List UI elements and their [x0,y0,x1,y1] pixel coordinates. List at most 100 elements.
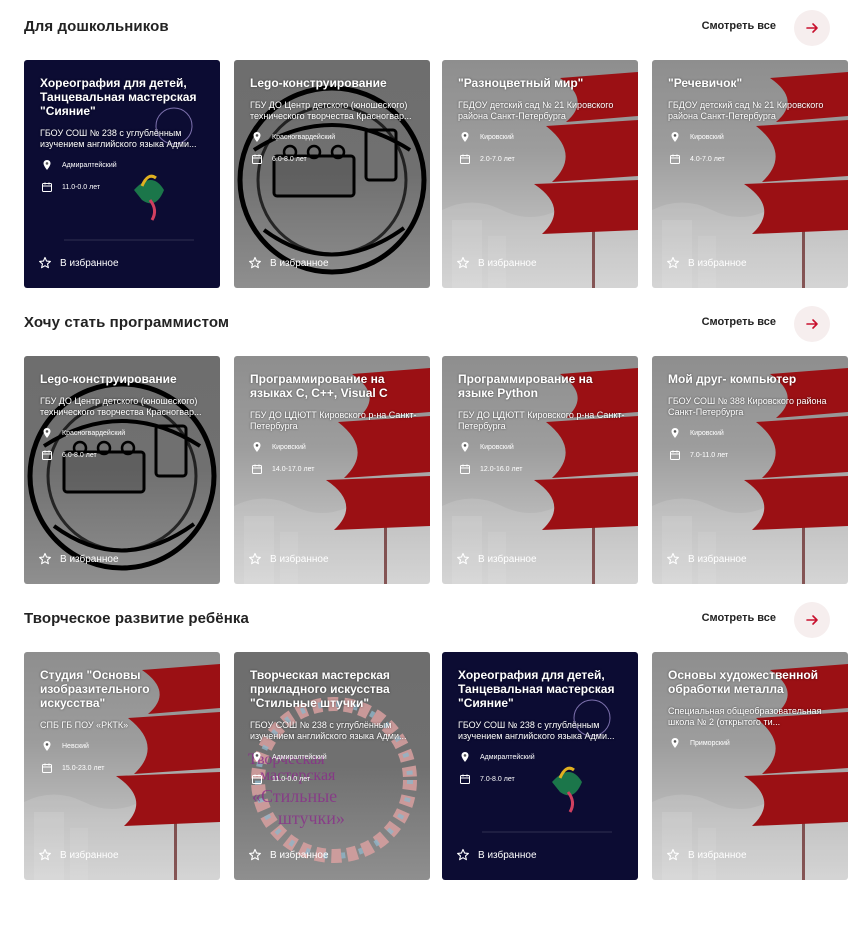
card-organization: ГБОУ СОШ № 388 Кировского района Санкт-П… [668,396,827,417]
star-outline-icon [666,552,680,566]
add-to-favorites-button[interactable]: В избранное [38,848,119,862]
card-title: "Речевичок" [668,76,743,90]
add-to-favorites-button[interactable]: В избранное [666,848,747,862]
card-organization: ГБУ ДО ЦДЮТТ Кировского р-на Санкт-Петер… [250,410,417,431]
district-row: Адмиралтейский [40,158,208,172]
age-row: 7.0-8.0 лет [458,772,626,786]
program-card[interactable]: Хореография для детей, Танцевальная маст… [442,652,638,880]
favorite-label: В избранное [688,849,747,861]
add-to-favorites-button[interactable]: В избранное [666,256,747,270]
card-organization: ГБДОУ детский сад № 21 Кировского района… [668,100,824,121]
add-to-favorites-button[interactable]: В избранное [248,552,329,566]
card-organization: ГБУ ДО Центр детского (юношеского) техни… [40,396,202,417]
star-outline-icon [456,256,470,270]
age-label: 12.0-16.0 лет [480,465,523,473]
see-all-arrow-button[interactable] [794,10,830,46]
card-title: Lego-конструирование [250,76,387,90]
see-all-arrow-button[interactable] [794,306,830,342]
district-label: Красногвардейский [62,429,126,437]
card-content: Lego-конструирование ГБУ ДО Центр детског… [250,76,418,166]
see-all-arrow-button[interactable] [794,602,830,638]
calendar-icon [250,772,264,786]
card-title: Студия "Основы изобразительного искусств… [40,668,150,710]
see-all-link[interactable]: Смотреть все [702,612,776,624]
program-card[interactable]: Программирование на языке Python ГБУ ДО Ц… [442,356,638,584]
calendar-icon [458,152,472,166]
see-all-link[interactable]: Смотреть все [702,20,776,32]
star-outline-icon [456,848,470,862]
favorite-label: В избранное [60,849,119,861]
card-content: Мой друг- компьютер ГБОУ СОШ № 388 Кировс… [668,372,836,462]
star-outline-icon [666,256,680,270]
program-card[interactable]: Основы художественной обработки металла С… [652,652,848,880]
age-row: 14.0-17.0 лет [250,462,418,476]
favorite-label: В избранное [270,849,329,861]
add-to-favorites-button[interactable]: В избранное [248,848,329,862]
program-card[interactable]: "Разноцветный мир" ГБДОУ детский сад № 21… [442,60,638,288]
district-label: Кировский [690,133,724,141]
district-row: Кировский [668,426,836,440]
program-card[interactable]: Программирование на языках C, C++, Visua… [234,356,430,584]
star-outline-icon [248,256,262,270]
district-row: Красногвардейский [40,426,208,440]
card-title: Программирование на языках C, C++, Visua… [250,372,388,400]
arrow-right-icon [805,21,819,35]
age-row: 7.0-11.0 лет [668,448,836,462]
card-organization: СПБ ГБ ПОУ «РКТК» [40,720,129,730]
card-organization: ГБОУ СОШ № 238 с углублённым изучением а… [250,720,407,741]
age-row: 2.0-7.0 лет [458,152,626,166]
add-to-favorites-button[interactable]: В избранное [456,848,537,862]
add-to-favorites-button[interactable]: В избранное [248,256,329,270]
program-card[interactable]: Творческая мастерская «Стильные штучки» Твор… [234,652,430,880]
district-row: Кировский [668,130,836,144]
card-content: Программирование на языке Python ГБУ ДО Ц… [458,372,626,476]
arrow-right-icon [805,613,819,627]
favorite-label: В избранное [688,553,747,565]
calendar-icon [250,152,264,166]
district-row: Кировский [458,440,626,454]
arrow-right-icon [805,317,819,331]
location-pin-icon [458,750,472,764]
cards-row: Хореография для детей, Танцевальная маст… [24,60,848,288]
add-to-favorites-button[interactable]: В избранное [456,552,537,566]
district-label: Невский [62,742,89,750]
card-title: Мой друг- компьютер [668,372,797,386]
calendar-icon [668,448,682,462]
calendar-icon [40,180,54,194]
program-card[interactable]: Lego-конструирование ГБУ ДО Центр детског… [24,356,220,584]
district-row: Адмиралтейский [250,750,418,764]
age-label: 15.0-23.0 лет [62,764,105,772]
calendar-icon [40,761,54,775]
location-pin-icon [458,130,472,144]
calendar-icon [668,152,682,166]
age-label: 11.0-0.0 лет [62,183,101,191]
star-outline-icon [456,552,470,566]
calendar-icon [458,772,472,786]
add-to-favorites-button[interactable]: В избранное [666,552,747,566]
favorite-label: В избранное [478,553,537,565]
district-row: Приморский [668,736,836,750]
program-card[interactable]: Студия "Основы изобразительного искусств… [24,652,220,880]
add-to-favorites-button[interactable]: В избранное [38,552,119,566]
add-to-favorites-button[interactable]: В избранное [456,256,537,270]
section-header: Хочу стать программистом Смотреть все [24,304,830,344]
add-to-favorites-button[interactable]: В избранное [38,256,119,270]
program-card[interactable]: Хореография для детей, Танцевальная маст… [24,60,220,288]
age-label: 6.0-8.0 лет [272,155,307,163]
see-all-link[interactable]: Смотреть все [702,316,776,328]
district-label: Кировский [480,443,514,451]
age-row: 15.0-23.0 лет [40,761,208,775]
program-card[interactable]: Мой друг- компьютер ГБОУ СОШ № 388 Кировс… [652,356,848,584]
star-outline-icon [38,552,52,566]
card-organization: ГБУ ДО Центр детского (юношеского) техни… [250,100,412,121]
location-pin-icon [458,440,472,454]
card-content: Студия "Основы изобразительного искусств… [40,668,208,775]
age-label: 11.0-0.0 лет [272,775,311,783]
favorite-label: В избранное [270,257,329,269]
program-card[interactable]: "Речевичок" ГБДОУ детский сад № 21 Кировс… [652,60,848,288]
age-row: 11.0-0.0 лет [250,772,418,786]
card-organization: ГБДОУ детский сад № 21 Кировского района… [458,100,614,121]
star-outline-icon [248,848,262,862]
district-label: Приморский [690,739,730,747]
program-card[interactable]: Lego-конструирование ГБУ ДО Центр детског… [234,60,430,288]
